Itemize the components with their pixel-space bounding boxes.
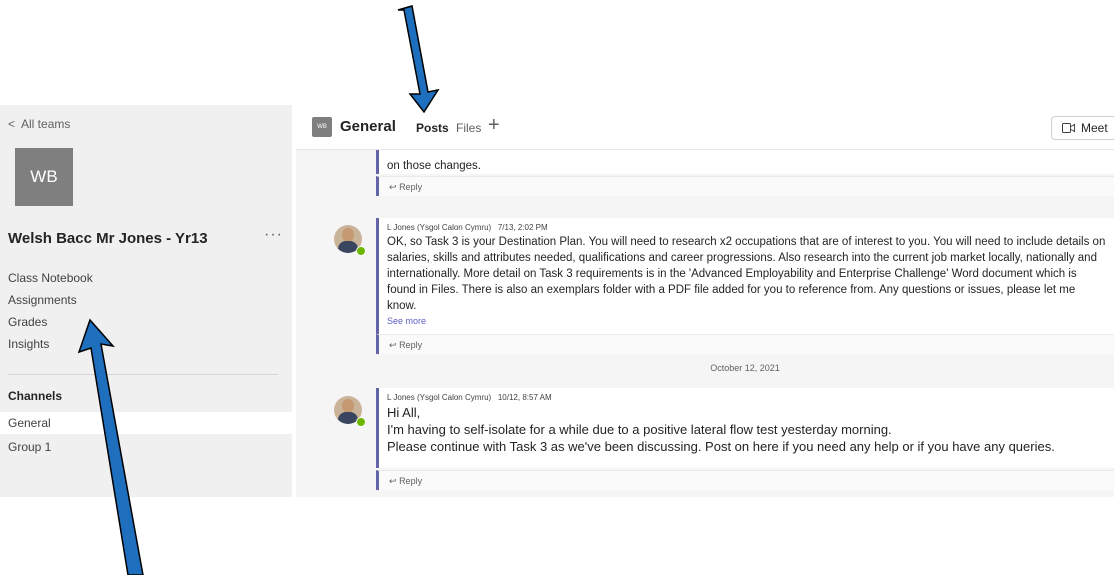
arrow-shape — [397, 5, 440, 114]
annotation-arrow-top — [77, 5, 440, 575]
arrow-shape — [77, 318, 144, 575]
